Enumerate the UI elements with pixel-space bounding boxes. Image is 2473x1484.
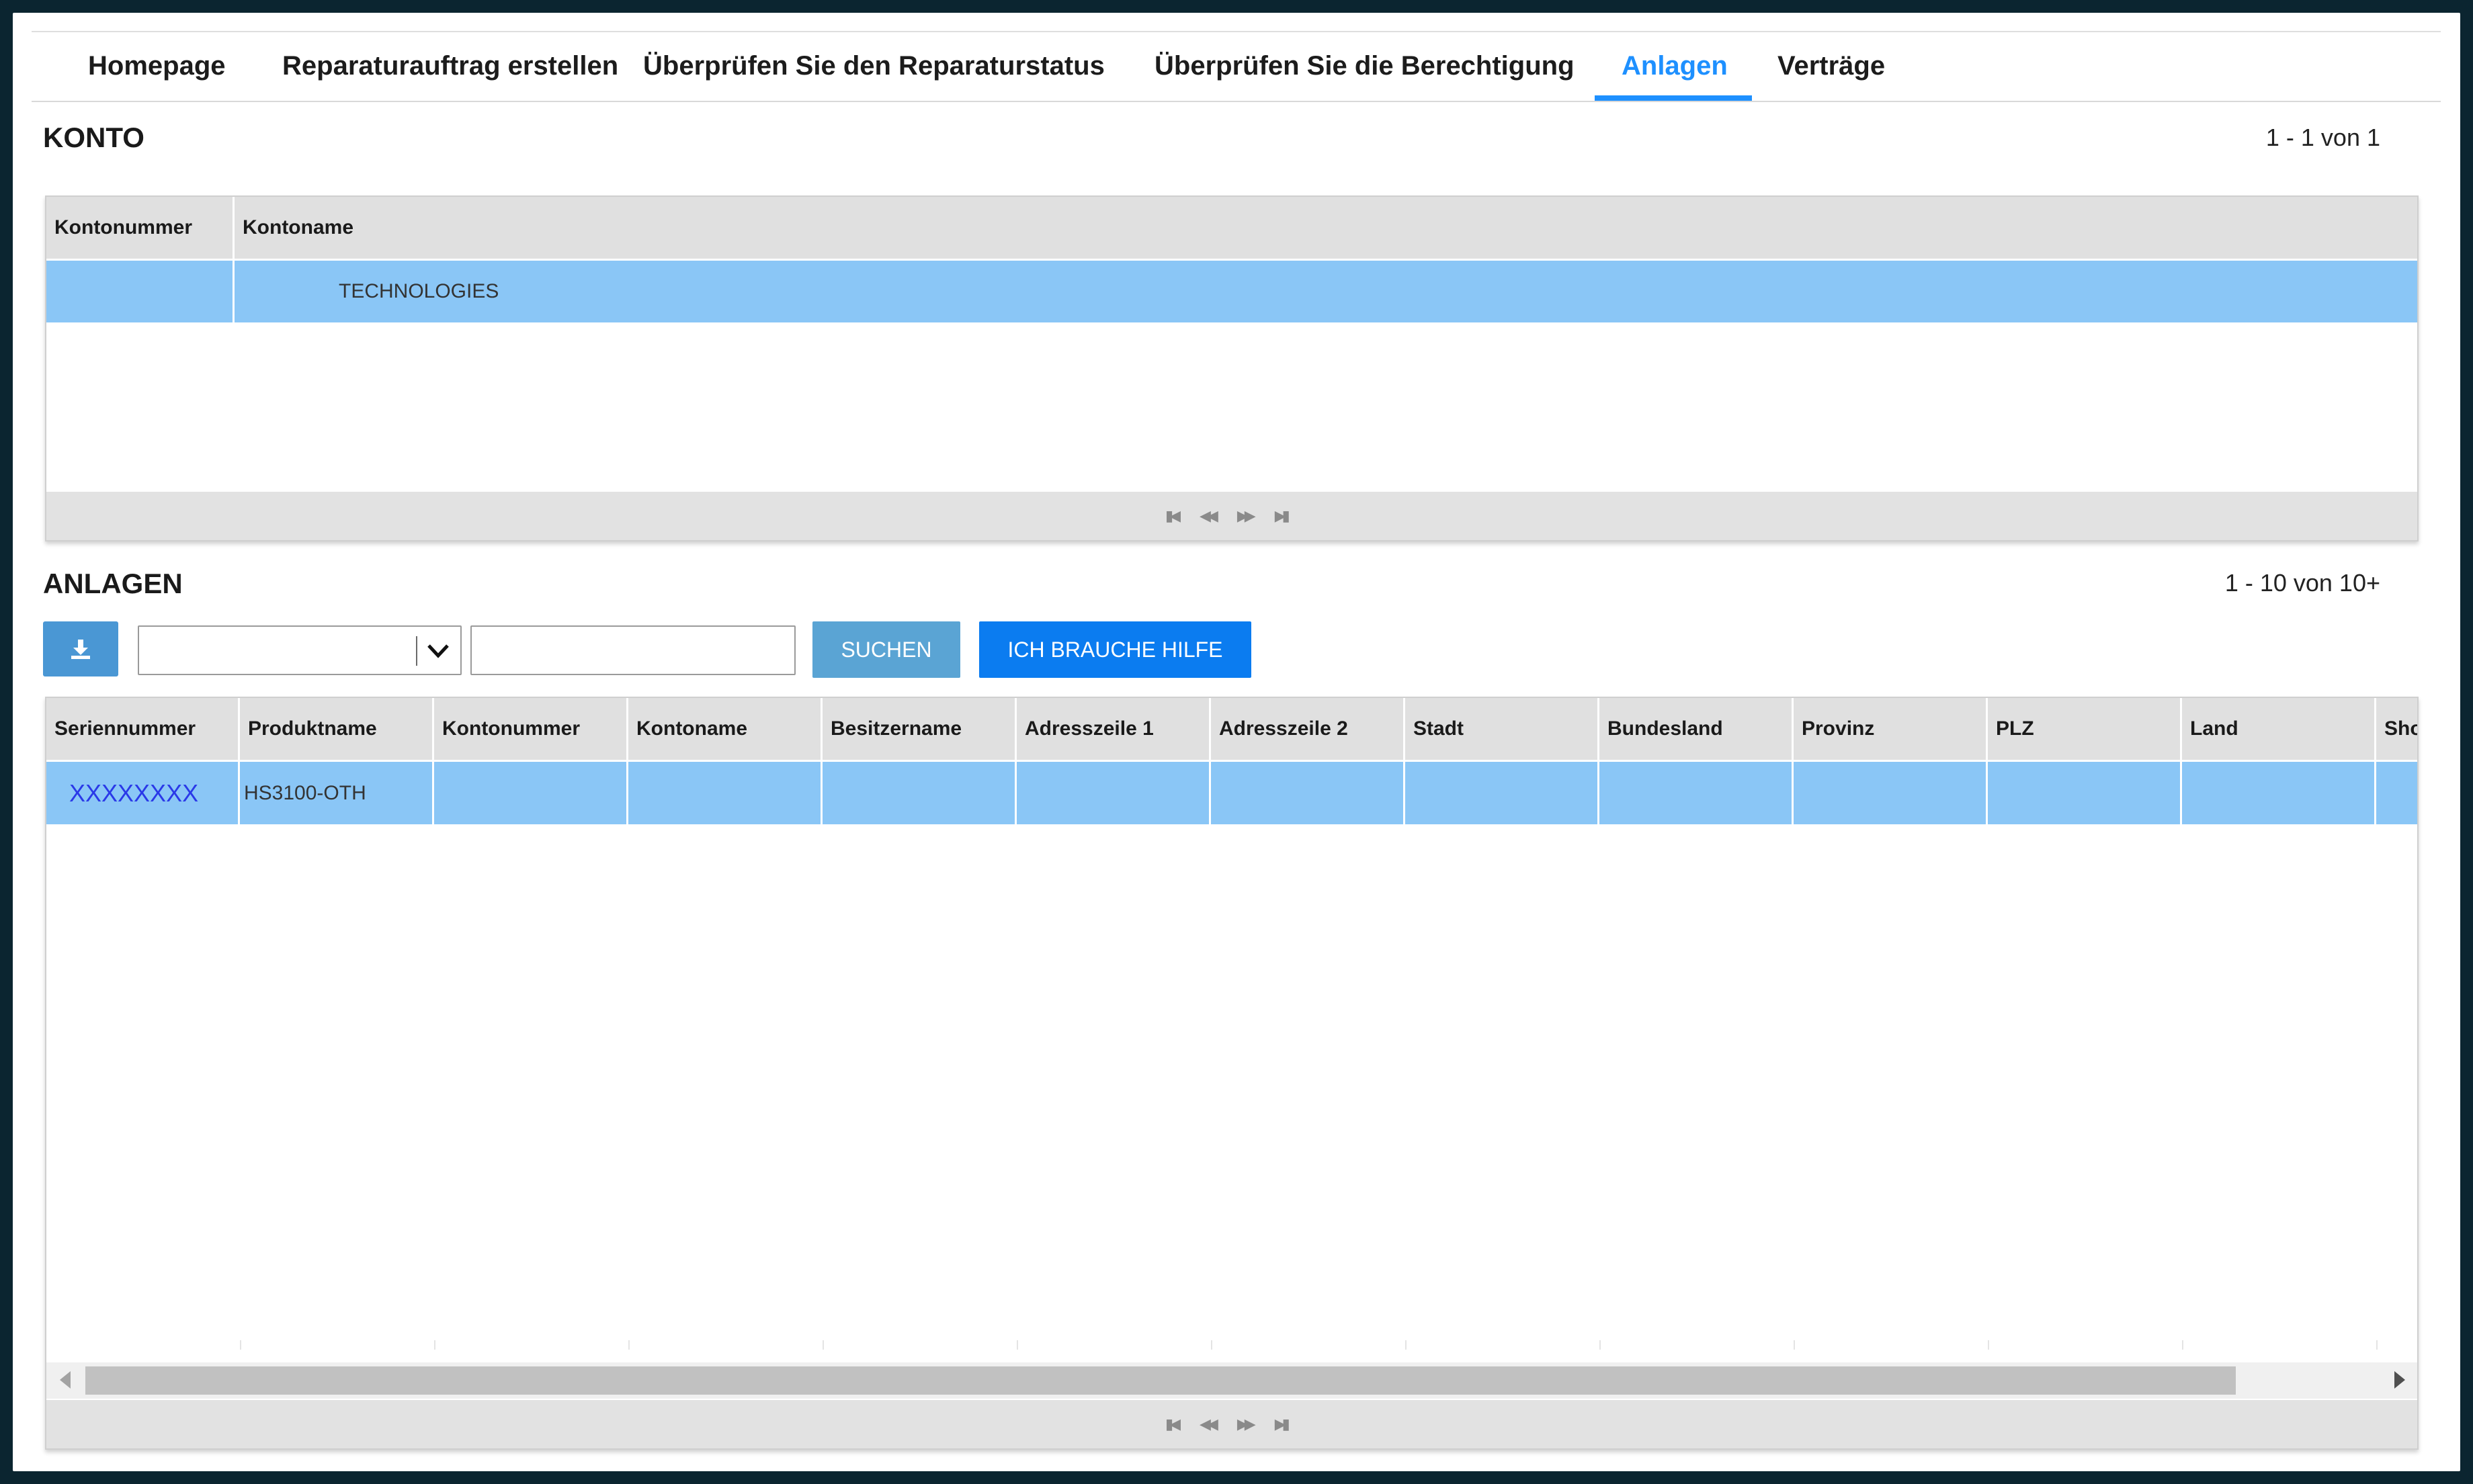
konto-pager-info: 1 - 1 von 1	[2265, 124, 2380, 151]
scrollbar-thumb[interactable]	[85, 1366, 2236, 1395]
cell-sho	[2376, 762, 2417, 824]
cell-besitzername	[823, 762, 1017, 824]
cell-plz	[1988, 762, 2182, 824]
column-separator	[2376, 1340, 2378, 1350]
cell-bundesland	[1599, 762, 1794, 824]
horizontal-scrollbar[interactable]	[46, 1362, 2417, 1399]
next-page-icon[interactable]: ▶▶	[1237, 507, 1256, 525]
column-separator	[1017, 1340, 1018, 1350]
column-header-produktname[interactable]: Produktname	[240, 698, 434, 760]
select-divider	[416, 636, 417, 666]
column-separator	[1988, 1340, 1989, 1350]
column-header-kontonummer[interactable]: Kontonummer	[46, 197, 235, 259]
tab-berechtigung[interactable]: Überprüfen Sie die Berechtigung	[1155, 32, 1575, 101]
chevron-down-icon	[427, 644, 449, 658]
cell-kontonummer	[46, 261, 235, 322]
serial-number-link[interactable]: XXXXXXXX	[69, 779, 198, 808]
table-row[interactable]: TECHNOLOGIES	[46, 261, 2417, 322]
konto-title: KONTO	[43, 122, 144, 153]
column-header-bundesland[interactable]: Bundesland	[1599, 698, 1794, 760]
cell-kontoname	[628, 762, 823, 824]
column-header-stadt[interactable]: Stadt	[1405, 698, 1599, 760]
search-field-select[interactable]	[138, 625, 462, 675]
cell-kontonummer	[434, 762, 628, 824]
search-input[interactable]	[470, 625, 796, 675]
anlagen-grid-header: Seriennummer Produktname Kontonummer Kon…	[46, 698, 2417, 762]
column-header-kontoname[interactable]: Kontoname	[235, 197, 2417, 259]
scroll-left-icon[interactable]	[60, 1371, 71, 1389]
column-separator	[2182, 1340, 2183, 1350]
cell-land	[2182, 762, 2376, 824]
anlagen-pager-info: 1 - 10 von 10+	[2224, 569, 2380, 597]
column-header-adresszeile-1[interactable]: Adresszeile 1	[1017, 698, 1211, 760]
first-page-icon[interactable]: ▮◀	[1165, 507, 1181, 525]
cell-stadt	[1405, 762, 1599, 824]
main-nav: Homepage Reparaturauftrag erstellen Über…	[32, 32, 2441, 102]
konto-grid-header: Kontonummer Kontoname	[46, 197, 2417, 261]
column-separator	[1211, 1340, 1212, 1350]
anlagen-title: ANLAGEN	[43, 568, 183, 599]
column-separator	[628, 1340, 630, 1350]
tab-reparaturstatus[interactable]: Überprüfen Sie den Reparaturstatus	[643, 32, 1105, 101]
column-separator	[434, 1340, 435, 1350]
table-row[interactable]: XXXXXXXX HS3100-OTH	[46, 762, 2417, 824]
scroll-right-icon[interactable]	[2394, 1371, 2405, 1389]
prev-page-icon[interactable]: ◀◀	[1200, 507, 1218, 525]
next-page-icon[interactable]: ▶▶	[1237, 1415, 1256, 1433]
column-header-adresszeile-2[interactable]: Adresszeile 2	[1211, 698, 1405, 760]
first-page-icon[interactable]: ▮◀	[1165, 1415, 1181, 1433]
active-tab-indicator	[1595, 95, 1752, 101]
column-header-land[interactable]: Land	[2182, 698, 2376, 760]
column-header-sho[interactable]: Sho	[2376, 698, 2417, 760]
column-separator	[240, 1340, 241, 1350]
column-header-provinz[interactable]: Provinz	[1794, 698, 1988, 760]
column-separator	[1599, 1340, 1601, 1350]
last-page-icon[interactable]: ▶▮	[1275, 1415, 1290, 1433]
cell-adresszeile-1	[1017, 762, 1211, 824]
cell-seriennummer: XXXXXXXX	[46, 762, 240, 824]
column-header-besitzername[interactable]: Besitzername	[823, 698, 1017, 760]
cell-adresszeile-2	[1211, 762, 1405, 824]
app-window: Homepage Reparaturauftrag erstellen Über…	[13, 13, 2460, 1471]
column-header-seriennummer[interactable]: Seriennummer	[46, 698, 240, 760]
anlagen-grid: Seriennummer Produktname Kontonummer Kon…	[45, 697, 2419, 1450]
tab-homepage[interactable]: Homepage	[88, 32, 226, 101]
konto-grid: Kontonummer Kontoname TECHNOLOGIES ▮◀ ◀◀…	[45, 195, 2419, 541]
tab-reparaturauftrag-erstellen[interactable]: Reparaturauftrag erstellen	[282, 32, 618, 101]
download-icon	[71, 640, 90, 659]
cell-provinz	[1794, 762, 1988, 824]
search-button[interactable]: SUCHEN	[812, 621, 960, 678]
last-page-icon[interactable]: ▶▮	[1275, 507, 1290, 525]
column-separator	[1794, 1340, 1795, 1350]
tab-anlagen[interactable]: Anlagen	[1622, 32, 1728, 101]
column-header-kontonummer[interactable]: Kontonummer	[434, 698, 628, 760]
pager-controls: ▮◀ ◀◀ ▶▶ ▶▮	[1165, 1415, 1290, 1433]
column-header-plz[interactable]: PLZ	[1988, 698, 2182, 760]
tab-vertraege[interactable]: Verträge	[1777, 32, 1885, 101]
prev-page-icon[interactable]: ◀◀	[1200, 1415, 1218, 1433]
cell-kontoname: TECHNOLOGIES	[339, 280, 499, 302]
anlagen-grid-pager: ▮◀ ◀◀ ▶▶ ▶▮	[46, 1400, 2417, 1448]
column-header-kontoname[interactable]: Kontoname	[628, 698, 823, 760]
column-separator	[1405, 1340, 1407, 1350]
download-button[interactable]	[43, 621, 118, 676]
pager-controls: ▮◀ ◀◀ ▶▶ ▶▮	[1165, 507, 1290, 525]
konto-grid-pager: ▮◀ ◀◀ ▶▶ ▶▮	[46, 492, 2417, 540]
cell-produktname: HS3100-OTH	[240, 762, 434, 824]
column-separator	[823, 1340, 824, 1350]
help-button[interactable]: ICH BRAUCHE HILFE	[979, 621, 1251, 678]
